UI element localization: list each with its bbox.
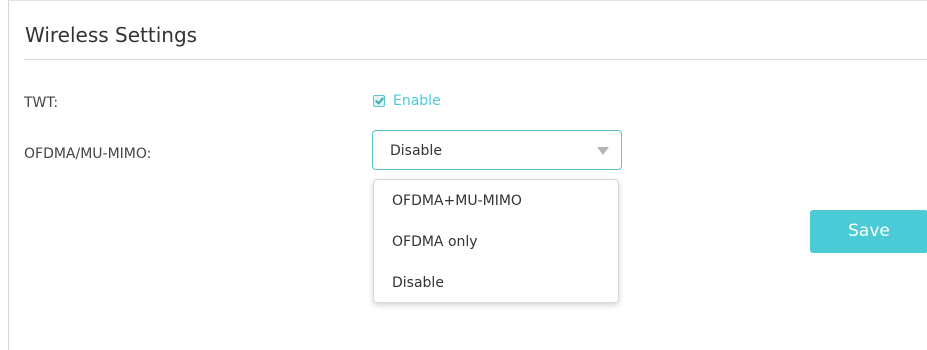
dropdown-option-ofdma-mu-mimo[interactable]: OFDMA+MU-MIMO xyxy=(392,192,522,210)
caret-down-icon[interactable] xyxy=(597,147,609,155)
select-selected-value: Disable xyxy=(390,143,442,159)
ofdma-mu-mimo-label: OFDMA/MU-MIMO: xyxy=(24,146,152,162)
ofdma-mu-mimo-select[interactable]: Disable xyxy=(372,130,622,170)
checkbox-checked-icon[interactable] xyxy=(373,95,385,107)
twt-label: TWT: xyxy=(24,95,59,111)
twt-enable-checkbox[interactable]: Enable xyxy=(373,92,441,110)
title-divider xyxy=(24,59,927,60)
wireless-settings-panel: Wireless Settings TWT: Enable OFDMA/MU-M… xyxy=(8,0,927,350)
twt-enable-label[interactable]: Enable xyxy=(393,92,441,110)
dropdown-option-ofdma-only[interactable]: OFDMA only xyxy=(392,233,478,251)
save-button[interactable]: Save xyxy=(810,210,927,253)
section-title: Wireless Settings xyxy=(25,23,198,47)
dropdown-option-disable[interactable]: Disable xyxy=(392,274,444,292)
ofdma-dropdown-list: OFDMA+MU-MIMO OFDMA only Disable xyxy=(373,179,619,303)
